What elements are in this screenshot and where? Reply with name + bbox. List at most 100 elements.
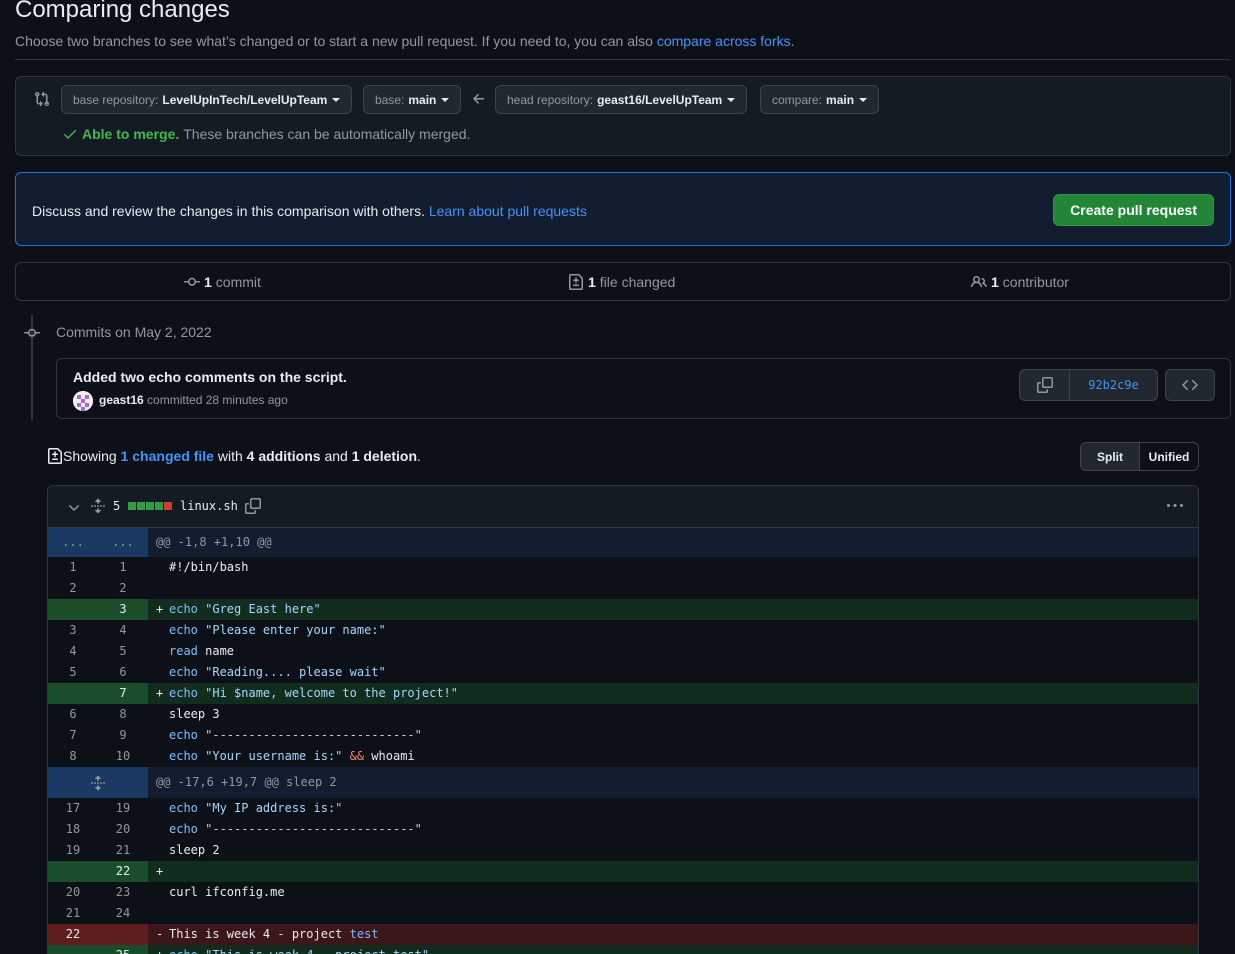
new-line-number[interactable]: 25 [98,945,148,954]
create-pr-banner: Discuss and review the changes in this c… [15,172,1231,246]
new-line-number[interactable]: 9 [98,725,148,746]
code-line: sleep 2 [148,840,1198,861]
avatar[interactable] [73,391,93,411]
commits-tab[interactable]: 1 commit [184,274,261,290]
code-line: + echo "Greg East here" [148,599,1198,620]
new-line-number[interactable]: 23 [98,882,148,903]
diff-line: 3 4 echo "Please enter your name:" [48,620,1198,641]
code-token: echo [169,948,205,954]
old-line-number[interactable] [48,683,98,704]
new-line-number[interactable]: 20 [98,819,148,840]
old-line-number[interactable]: 1 [48,557,98,578]
new-line-number[interactable]: 1 [98,557,148,578]
hunk-header: @@ -17,6 +19,7 @@ sleep 2 [48,767,1198,798]
browse-code-button[interactable] [1165,369,1215,401]
copy-sha-button[interactable] [1020,370,1070,400]
expand-up-button[interactable]: ... [48,528,98,557]
new-line-number[interactable]: 8 [98,704,148,725]
commit-item: Added two echo comments on the script. g… [56,358,1231,419]
new-line-number[interactable]: 19 [98,798,148,819]
base-repository-select[interactable]: base repository: LevelUpInTech/LevelUpTea… [61,85,353,114]
diff-line-deleted: 22 - This is week 4 - project test [48,924,1198,945]
new-line-number[interactable]: 21 [98,840,148,861]
new-line-number[interactable]: 24 [98,903,148,924]
old-line-number[interactable]: 4 [48,641,98,662]
new-line-number[interactable] [98,924,148,945]
unfold-icon[interactable] [90,498,106,514]
old-line-number[interactable]: 19 [48,840,98,861]
old-line-number[interactable]: 8 [48,746,98,767]
old-line-number[interactable]: 20 [48,882,98,903]
merge-status: Able to merge. These branches can be aut… [62,126,470,142]
code-line: sleep 3 [148,704,1198,725]
diff-line: 21 24 [48,903,1198,924]
new-line-number[interactable]: 3 [98,599,148,620]
compare-branch-select[interactable]: compare: main [760,85,880,114]
old-line-number[interactable]: 2 [48,578,98,599]
old-line-number[interactable]: 7 [48,725,98,746]
code-token: This is week 4 - project [169,927,350,941]
diff-line: 22 [48,578,1198,599]
files-changed-tab[interactable]: 1 file changed [568,274,675,290]
expand-up-button[interactable]: ... [98,528,148,557]
chevron-down-icon[interactable] [66,500,82,516]
learn-about-pull-requests-link[interactable]: Learn about pull requests [429,203,587,219]
copy-icon[interactable] [245,498,261,514]
old-line-number[interactable] [48,861,98,882]
new-line-number[interactable]: 5 [98,641,148,662]
code-line: #!/bin/bash [148,557,1198,578]
code-line: echo "Your username is:" && whoami [148,746,1198,767]
old-line-number[interactable]: 3 [48,620,98,641]
new-line-number[interactable]: 7 [98,683,148,704]
expand-button[interactable] [48,767,148,798]
code-token: "This is week 4 - project test" [205,948,429,954]
old-line-number[interactable] [48,599,98,620]
commits-group-date: Commits on May 2, 2022 [56,324,212,340]
kebab-horizontal-icon[interactable] [1166,498,1184,514]
new-line-number[interactable]: 22 [98,861,148,882]
page-subtitle: Choose two branches to see what’s change… [15,33,795,49]
changed-file-link[interactable]: 1 changed file [121,448,214,464]
code-token: sleep 2 [169,843,220,857]
people-icon [971,275,987,288]
old-line-number[interactable]: 18 [48,819,98,840]
code-line: echo "----------------------------" [148,819,1198,840]
code-token: echo [169,749,206,763]
new-line-number[interactable]: 10 [98,746,148,767]
code-token: && [349,749,365,763]
code-line: read name [148,641,1198,662]
commit-author-link[interactable]: geast16 [99,393,144,407]
old-line-number[interactable]: 22 [48,924,98,945]
new-line-number[interactable]: 4 [98,620,148,641]
old-line-number[interactable]: 5 [48,662,98,683]
new-line-number[interactable]: 6 [98,662,148,683]
caret-down-icon [727,97,736,102]
compare-across-forks-link[interactable]: compare across forks [657,33,791,49]
commit-title-link[interactable]: Added two echo comments on the script. [73,369,347,385]
unfold-icon [91,775,105,790]
code-token: read [169,644,206,658]
file-name-link[interactable]: linux.sh [180,499,238,513]
head-repository-select[interactable]: head repository: geast16/LevelUpTeam [495,85,748,114]
old-line-number[interactable] [48,945,98,954]
create-pull-request-button[interactable]: Create pull request [1053,194,1214,226]
diffstat-block [137,502,145,510]
diff-table: ... ... @@ -1,8 +1,10 @@ 1 1 #!/bin/bash 2 2… [48,528,1198,954]
split-view-button[interactable]: Split [1081,443,1140,470]
code-line: + [148,861,1198,882]
old-line-number[interactable]: 6 [48,704,98,725]
unified-view-button[interactable]: Unified [1140,443,1198,470]
base-branch-select[interactable]: base: main [363,85,462,114]
code-token: "Greg East here" [205,602,321,616]
commit-sha-link[interactable]: 92b2c9e [1070,370,1157,400]
diff-line: 20 23 curl ifconfig.me [48,882,1198,903]
old-line-number[interactable]: 21 [48,903,98,924]
old-line-number[interactable]: 17 [48,798,98,819]
caret-down-icon [332,97,341,102]
contributors-tab[interactable]: 1 contributor [971,274,1069,290]
diffstat-block [164,502,172,510]
new-line-number[interactable]: 2 [98,578,148,599]
code-line: echo "Please enter your name:" [148,620,1198,641]
diff-line-added: 22 + [48,861,1198,882]
